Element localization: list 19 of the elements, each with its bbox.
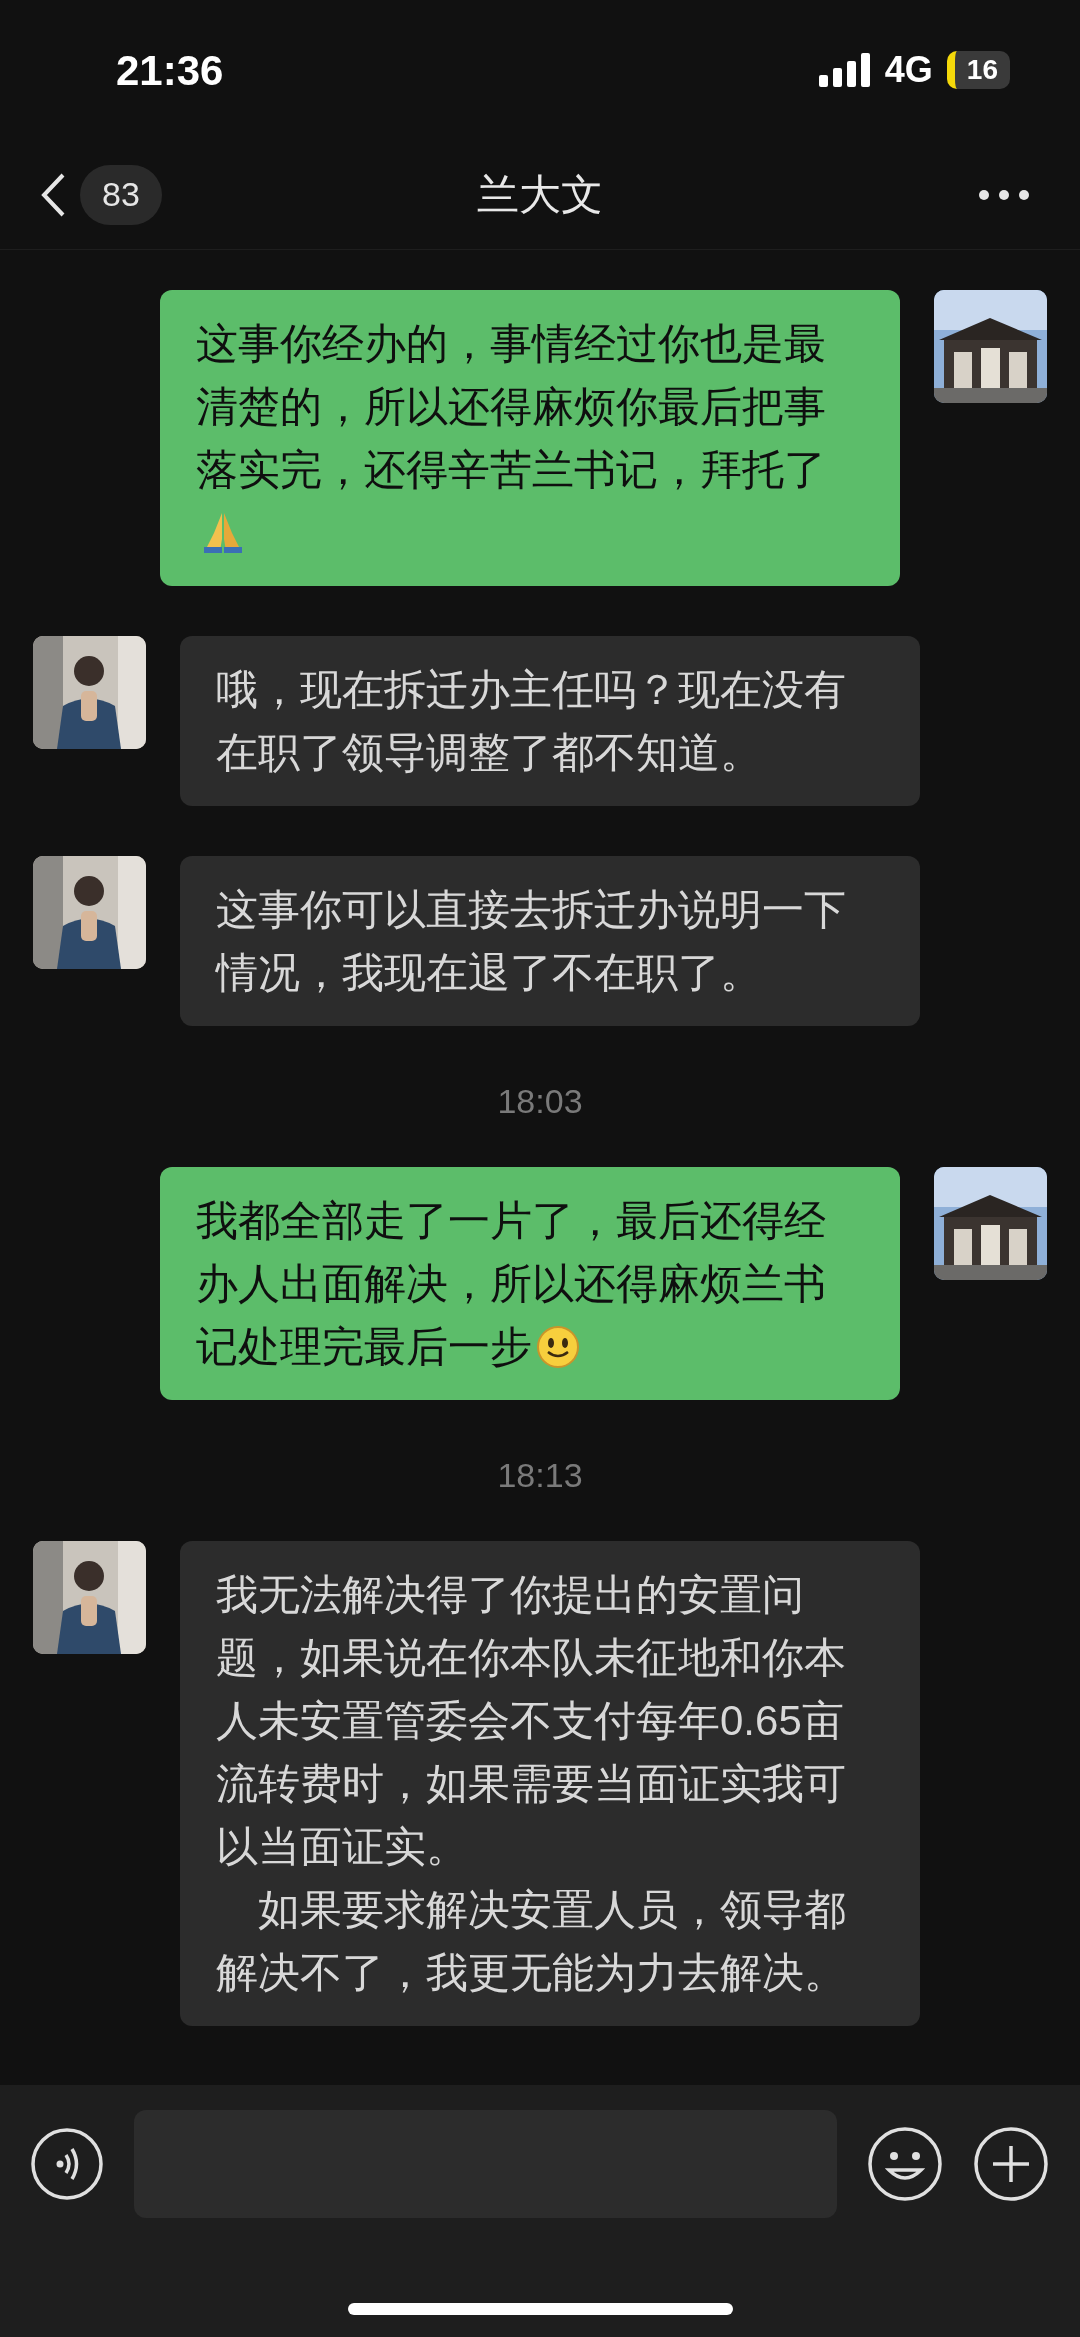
message-bubble: 我都全部走了一片了，最后还得经办人出面解决，所以还得麻烦兰书记处理完最后一步: [160, 1167, 900, 1400]
emoji-icon[interactable]: [867, 2126, 943, 2202]
network-label: 4G: [884, 48, 933, 92]
message-bubble: 这事你经办的，事情经过你也是最清楚的，所以还得麻烦你最后把事落实完，还得辛苦兰书记，拜托了: [160, 290, 900, 586]
battery-level: 16: [946, 51, 1010, 89]
back-icon[interactable]: [40, 171, 66, 218]
signal-icon: [818, 53, 871, 87]
chat-title: 兰大文: [477, 170, 603, 220]
status-time: 21:36: [116, 45, 224, 96]
message-bubble: 哦，现在拆迁办主任吗？现在没有在职了领导调整了都不知道。: [180, 636, 920, 806]
voice-icon[interactable]: [30, 2127, 104, 2201]
timestamp: 18:13: [497, 1455, 583, 1496]
message-bubble: 这事你可以直接去拆迁办说明一下情况，我现在退了不在职了。: [180, 856, 920, 1026]
unread-count-badge[interactable]: 83: [80, 164, 162, 225]
more-icon[interactable]: [978, 188, 1030, 201]
smiley-icon: [536, 1325, 580, 1369]
plus-icon[interactable]: [973, 2126, 1049, 2202]
timestamp: 18:03: [497, 1081, 583, 1122]
message-bubble: 我无法解决得了你提出的安置问题，如果说在你本队未征地和你本人未安置管委会不支付每年0.65亩流转费时，如果需要当面证实我可以当面证实。 如果要求解决安置人员，领导都解决不了，我更无能为力去解决。: [180, 1541, 920, 2026]
